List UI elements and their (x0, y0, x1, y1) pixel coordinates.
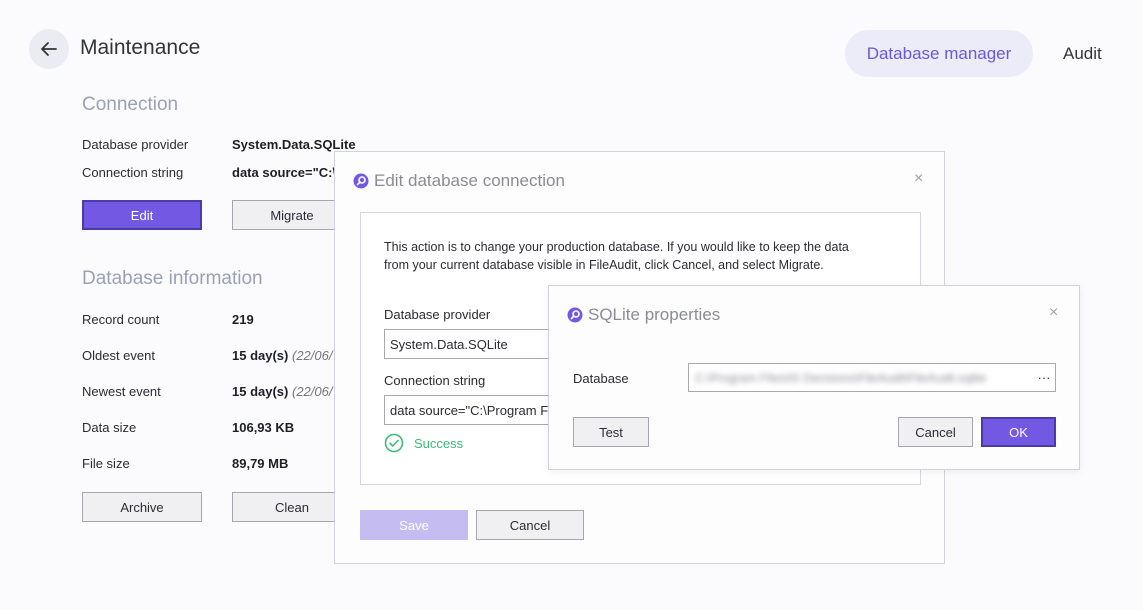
data-size-value: 106,93 KB (232, 420, 295, 435)
data-size-label: Data size (82, 420, 137, 435)
edit-dialog-title: Edit database connection (353, 171, 565, 191)
connection-string-value: data source="C:\ (232, 165, 334, 180)
file-size-value: 89,79 MB (232, 456, 289, 471)
newest-event-value: 15 day(s) (22/06/ (232, 384, 333, 399)
database-path-value: C:\Program Files\IS Decisions\FileAudit\… (695, 370, 987, 385)
archive-button[interactable]: Archive (82, 492, 202, 522)
provider-value: System.Data.SQLite (232, 137, 356, 152)
close-icon[interactable]: × (1049, 304, 1058, 322)
dialog-provider-label: Database provider (384, 307, 491, 322)
page-title: Maintenance (80, 36, 201, 59)
back-button[interactable] (29, 29, 69, 69)
fileaudit-logo-icon (567, 307, 583, 323)
close-icon[interactable]: × (914, 170, 923, 188)
dialog-connection-string-label: Connection string (384, 373, 486, 388)
sqlite-dialog-title: SQLite properties (567, 305, 720, 325)
ok-button[interactable]: OK (981, 417, 1056, 447)
save-button[interactable]: Save (360, 510, 468, 540)
connection-section-title: Connection (82, 94, 179, 115)
provider-label: Database provider (82, 137, 189, 152)
edit-button[interactable]: Edit (82, 200, 202, 230)
arrow-left-icon (41, 42, 57, 56)
tab-audit[interactable]: Audit (1063, 44, 1102, 64)
file-size-label: File size (82, 456, 130, 471)
sqlite-cancel-button[interactable]: Cancel (898, 417, 973, 447)
browse-button[interactable]: ··· (1033, 370, 1055, 385)
sqlite-properties-dialog: SQLite properties × Database C:\Program … (548, 285, 1080, 470)
oldest-event-label: Oldest event (82, 348, 155, 363)
record-count-label: Record count (82, 312, 160, 327)
fileaudit-logo-icon (353, 173, 369, 189)
connection-string-label: Connection string (82, 165, 184, 180)
database-label: Database (573, 371, 629, 386)
newest-event-label: Newest event (82, 384, 161, 399)
success-indicator: Success (384, 433, 463, 453)
database-path-input[interactable]: C:\Program Files\IS Decisions\FileAudit\… (688, 363, 1056, 392)
test-button[interactable]: Test (573, 417, 649, 447)
dialog-cancel-button[interactable]: Cancel (476, 510, 584, 540)
oldest-event-value: 15 day(s) (22/06/ (232, 348, 333, 363)
tab-database-manager[interactable]: Database manager (845, 30, 1033, 77)
edit-dialog-message: This action is to change your production… (384, 240, 849, 272)
record-count-value: 219 (232, 312, 254, 327)
db-info-section-title: Database information (82, 268, 263, 289)
check-circle-icon (384, 433, 404, 453)
